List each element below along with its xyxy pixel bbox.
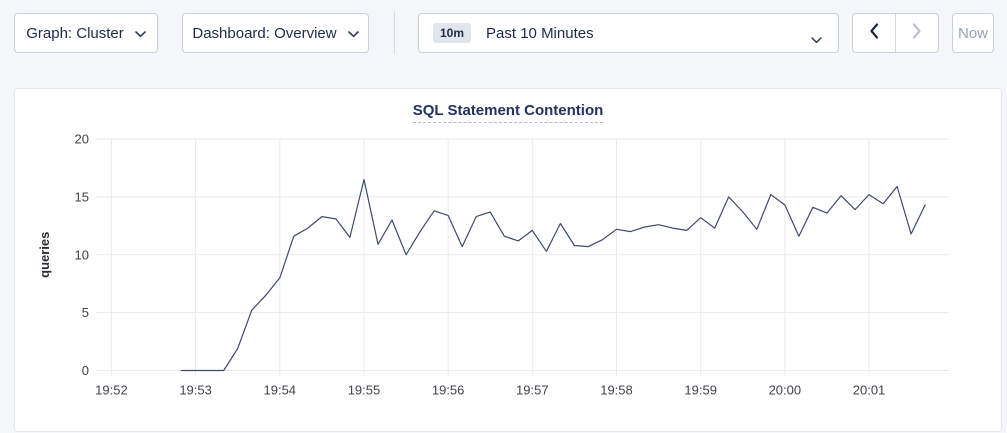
time-step-button-group <box>852 13 939 53</box>
y-axis-tick-label: 5 <box>82 305 89 320</box>
time-range-label: Past 10 Minutes <box>486 25 594 42</box>
time-range-selector[interactable]: 10m Past 10 Minutes <box>418 13 839 53</box>
chevron-down-icon <box>135 25 146 42</box>
x-axis-tick-label: 20:01 <box>853 383 886 398</box>
x-axis-tick-label: 19:59 <box>684 383 717 398</box>
y-axis-tick-label: 0 <box>82 363 89 378</box>
toolbar-divider <box>394 11 395 54</box>
chevron-down-icon <box>811 31 822 48</box>
graph-dropdown[interactable]: Graph: Cluster <box>14 13 158 53</box>
x-axis-tick-label: 19:58 <box>600 383 633 398</box>
chevron-right-icon <box>912 23 922 43</box>
chevron-down-icon <box>348 25 359 42</box>
chart-plot[interactable]: 0 5 10 15 20 19:52 19:53 19:54 19:55 19:56 19:57 19… <box>15 89 1003 433</box>
dashboard-dropdown-label: Dashboard: Overview <box>192 25 336 42</box>
y-axis-tick-label: 20 <box>75 132 89 147</box>
x-axis-tick-label: 19:57 <box>516 383 549 398</box>
dashboard-dropdown[interactable]: Dashboard: Overview <box>182 13 369 53</box>
prev-time-button[interactable] <box>853 14 896 52</box>
y-axis-label: queries <box>37 232 52 278</box>
next-time-button[interactable] <box>896 14 938 52</box>
x-axis-tick-label: 19:53 <box>179 383 212 398</box>
y-axis-tick-label: 10 <box>75 247 89 262</box>
time-range-badge: 10m <box>433 23 471 43</box>
chart-card: SQL Statement Contention 0510152019:5219… <box>14 88 1002 432</box>
x-axis-tick-label: 19:54 <box>264 383 297 398</box>
chart-line-queries <box>182 180 926 371</box>
x-axis-tick-label: 20:00 <box>769 383 802 398</box>
x-axis-tick-label: 19:55 <box>348 383 381 398</box>
x-axis-tick-label: 19:52 <box>95 383 128 398</box>
chevron-left-icon <box>869 23 879 43</box>
x-axis-tick-label: 19:56 <box>432 383 465 398</box>
y-axis-tick-label: 15 <box>75 189 89 204</box>
graph-dropdown-label: Graph: Cluster <box>26 25 124 42</box>
now-button[interactable]: Now <box>952 13 994 53</box>
